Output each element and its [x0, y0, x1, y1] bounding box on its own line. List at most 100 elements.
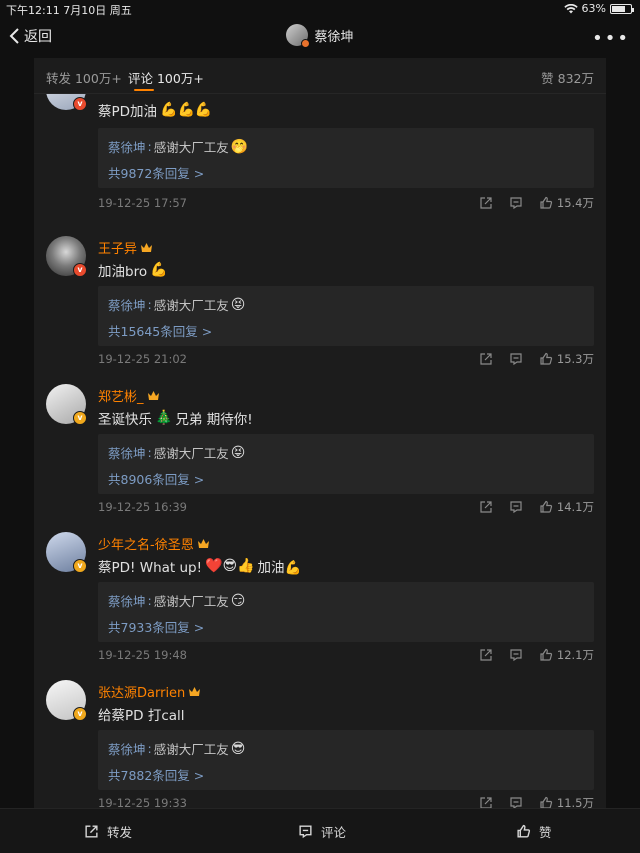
- comment-meta: 19-12-25 19:48 12.1万: [98, 646, 594, 664]
- comment-username[interactable]: 张达源Darrien: [98, 682, 201, 701]
- reply-line: 蔡徐坤: 感谢大厂工友 😝: [108, 443, 246, 462]
- comment-item: v 张达源Darrien 给蔡PD 打call 蔡徐坤: 感谢大厂工友 😎 共788…: [34, 672, 606, 808]
- verified-badge-icon: [301, 39, 311, 48]
- comment-icon[interactable]: [509, 796, 523, 808]
- reply-line: 蔡徐坤: 感谢大厂工友 🤭: [108, 137, 249, 156]
- comment-text: 加油bro 💪: [98, 262, 168, 280]
- repost-button[interactable]: 转发: [84, 822, 132, 841]
- tab-likes[interactable]: 赞 832万: [541, 68, 594, 87]
- like-icon[interactable]: [539, 196, 553, 210]
- comment-text: 圣诞快乐 🎄 兄弟 期待你!: [98, 410, 253, 428]
- comment-icon[interactable]: [509, 196, 523, 210]
- reply-emoji: 😝: [230, 444, 246, 461]
- comment-icon: [299, 825, 312, 839]
- comment-username[interactable]: 少年之名-徐圣恩: [98, 534, 210, 553]
- reply-author[interactable]: 蔡徐坤: [108, 137, 146, 156]
- reply-line: 蔡徐坤: 感谢大厂工友 😝: [108, 295, 246, 314]
- share-icon[interactable]: [479, 500, 493, 514]
- reply-box[interactable]: 蔡徐坤: 感谢大厂工友 😏 共7933条回复 >: [98, 582, 594, 642]
- comment-icon[interactable]: [509, 500, 523, 514]
- reply-author[interactable]: 蔡徐坤: [108, 591, 146, 610]
- reply-box[interactable]: 蔡徐坤: 感谢大厂工友 😝 共15645条回复 >: [98, 286, 594, 346]
- crown-icon: [141, 243, 153, 252]
- tab-indicator: [134, 89, 154, 91]
- comments-card: v 蔡PD加油 💪💪💪 蔡徐坤: 感谢大厂工友 🤭 共9872条回复 > 19-12-…: [34, 58, 606, 808]
- comment-meta: 19-12-25 19:33 11.5万: [98, 794, 594, 808]
- like-icon[interactable]: [539, 352, 553, 366]
- avatar[interactable]: v: [46, 236, 87, 277]
- comment-list: v 蔡PD加油 💪💪💪 蔡徐坤: 感谢大厂工友 🤭 共9872条回复 > 19-12-…: [34, 70, 606, 808]
- flexed-biceps-emoji: 💪💪💪: [160, 102, 213, 118]
- like-icon: [517, 824, 531, 838]
- more-dots-icon[interactable]: •••: [592, 28, 630, 49]
- reply-count-link[interactable]: 共7933条回复 >: [108, 617, 204, 636]
- reply-emoji: 😝: [230, 296, 246, 313]
- comment-item: v 蔡PD加油 💪💪💪 蔡徐坤: 感谢大厂工友 🤭 共9872条回复 > 19-12-…: [34, 70, 606, 228]
- like-icon[interactable]: [539, 796, 553, 808]
- like-icon[interactable]: [539, 500, 553, 514]
- like-count: 15.3万: [556, 352, 594, 366]
- reply-author[interactable]: 蔡徐坤: [108, 443, 146, 462]
- reply-text: 感谢大厂工友: [153, 298, 229, 313]
- tab-bar: 转发 100万+ 评论 100万+ 赞 832万: [34, 58, 606, 94]
- share-icon[interactable]: [479, 196, 493, 210]
- reply-text: 感谢大厂工友: [153, 742, 229, 757]
- comment-time: 19-12-25 19:33: [98, 796, 187, 808]
- comment-item: v 郑艺彬_ 圣诞快乐 🎄 兄弟 期待你! 蔡徐坤: 感谢大厂工友 😝 共8906条回复…: [34, 376, 606, 524]
- avatar[interactable]: v: [46, 680, 87, 721]
- avatar[interactable]: v: [46, 532, 87, 573]
- reply-emoji: 😏: [230, 592, 246, 609]
- christmas-tree-emoji: 🎄: [155, 410, 173, 426]
- status-time: 下午12:11 7月10日 周五: [6, 4, 132, 17]
- reply-count-link[interactable]: 共15645条回复 >: [108, 321, 212, 340]
- verified-badge-icon: v: [73, 559, 87, 573]
- reply-count-link[interactable]: 共7882条回复 >: [108, 765, 204, 784]
- reply-box[interactable]: 蔡徐坤: 感谢大厂工友 🤭 共9872条回复 >: [98, 128, 594, 188]
- heart-sunglasses-thumbsup-emoji: ❤️😎👍: [205, 558, 255, 574]
- avatar: [286, 24, 311, 48]
- verified-badge-icon: v: [73, 707, 87, 721]
- tab-comments[interactable]: 评论 100万+: [128, 68, 204, 87]
- verified-badge-icon: v: [73, 411, 87, 425]
- reply-line: 蔡徐坤: 感谢大厂工友 😎: [108, 739, 246, 758]
- comment-meta: 19-12-25 16:39 14.1万: [98, 498, 594, 516]
- comment-username[interactable]: 郑艺彬_: [98, 386, 160, 405]
- comment-text: 蔡PD加油 💪💪💪: [98, 102, 213, 120]
- comment-time: 19-12-25 19:48: [98, 648, 187, 662]
- tab-repost[interactable]: 转发 100万+: [46, 68, 122, 87]
- like-label: 赞: [539, 825, 552, 840]
- like-button[interactable]: 赞: [516, 822, 552, 841]
- share-icon[interactable]: [479, 648, 493, 662]
- flexed-biceps-emoji: 💪: [150, 262, 168, 278]
- reply-box[interactable]: 蔡徐坤: 感谢大厂工友 😎 共7882条回复 >: [98, 730, 594, 790]
- comment-time: 19-12-25 17:57: [98, 196, 187, 210]
- comment-icon[interactable]: [509, 648, 523, 662]
- comment-icon[interactable]: [509, 352, 523, 366]
- reply-count-link[interactable]: 共9872条回复 >: [108, 163, 204, 182]
- reply-author[interactable]: 蔡徐坤: [108, 739, 146, 758]
- reply-emoji: 🤭: [230, 138, 249, 155]
- reply-text: 感谢大厂工友: [153, 140, 229, 155]
- comment-time: 19-12-25 16:39: [98, 500, 187, 514]
- comment-username[interactable]: 王子异: [98, 238, 153, 257]
- like-count: 15.4万: [556, 196, 594, 210]
- nav-user[interactable]: 蔡徐坤: [0, 24, 640, 48]
- reply-box[interactable]: 蔡徐坤: 感谢大厂工友 😝 共8906条回复 >: [98, 434, 594, 494]
- like-icon[interactable]: [539, 648, 553, 662]
- page-title: 蔡徐坤: [314, 29, 354, 45]
- reply-count-link[interactable]: 共8906条回复 >: [108, 469, 204, 488]
- share-icon[interactable]: [479, 352, 493, 366]
- comment-button[interactable]: 评论: [298, 822, 346, 841]
- reply-text: 感谢大厂工友: [153, 594, 229, 609]
- like-count: 12.1万: [556, 648, 594, 662]
- share-icon: [85, 825, 98, 838]
- status-right: 63%: [563, 2, 634, 15]
- reply-line: 蔡徐坤: 感谢大厂工友 😏: [108, 591, 246, 610]
- avatar[interactable]: v: [46, 384, 87, 425]
- repost-label: 转发: [107, 825, 133, 840]
- reply-author[interactable]: 蔡徐坤: [108, 295, 146, 314]
- comment-text: 蔡PD! What up! ❤️😎👍 加油💪: [98, 558, 302, 576]
- reply-text: 感谢大厂工友: [153, 446, 229, 461]
- crown-icon: [147, 391, 159, 400]
- share-icon[interactable]: [479, 796, 493, 808]
